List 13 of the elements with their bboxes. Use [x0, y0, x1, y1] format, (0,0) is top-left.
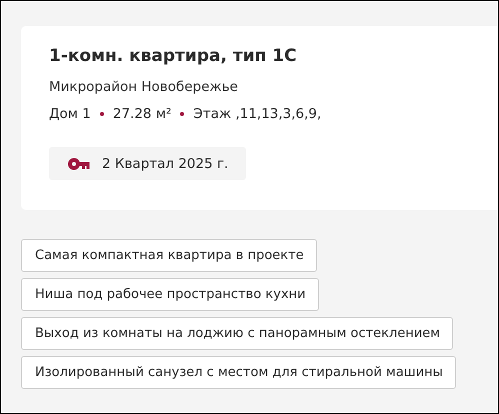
key-icon [68, 158, 90, 170]
apartment-detail: Дом 1 [49, 106, 91, 122]
feature-tag: Выход из комнаты на лоджию с панорамным остеклением [21, 317, 454, 350]
separator-dot [180, 112, 184, 116]
separator-dot [100, 112, 104, 116]
apartment-detail: 27.28 м² [112, 106, 172, 122]
apartment-title: 1-комн. квартира, тип 1С [49, 46, 297, 66]
feature-tag: Изолированный санузел с местом для стиральной машины [21, 356, 456, 389]
feature-tag: Самая компактная квартира в проекте [21, 239, 317, 272]
district-name: Микрорайон Новобережье [49, 79, 238, 95]
feature-tag: Ниша под рабочее пространство кухни [21, 278, 319, 311]
apartment-detail: Этаж ,11,13,3,6,9, [193, 106, 322, 122]
completion-date: 2 Квартал 2025 г. [102, 156, 228, 172]
